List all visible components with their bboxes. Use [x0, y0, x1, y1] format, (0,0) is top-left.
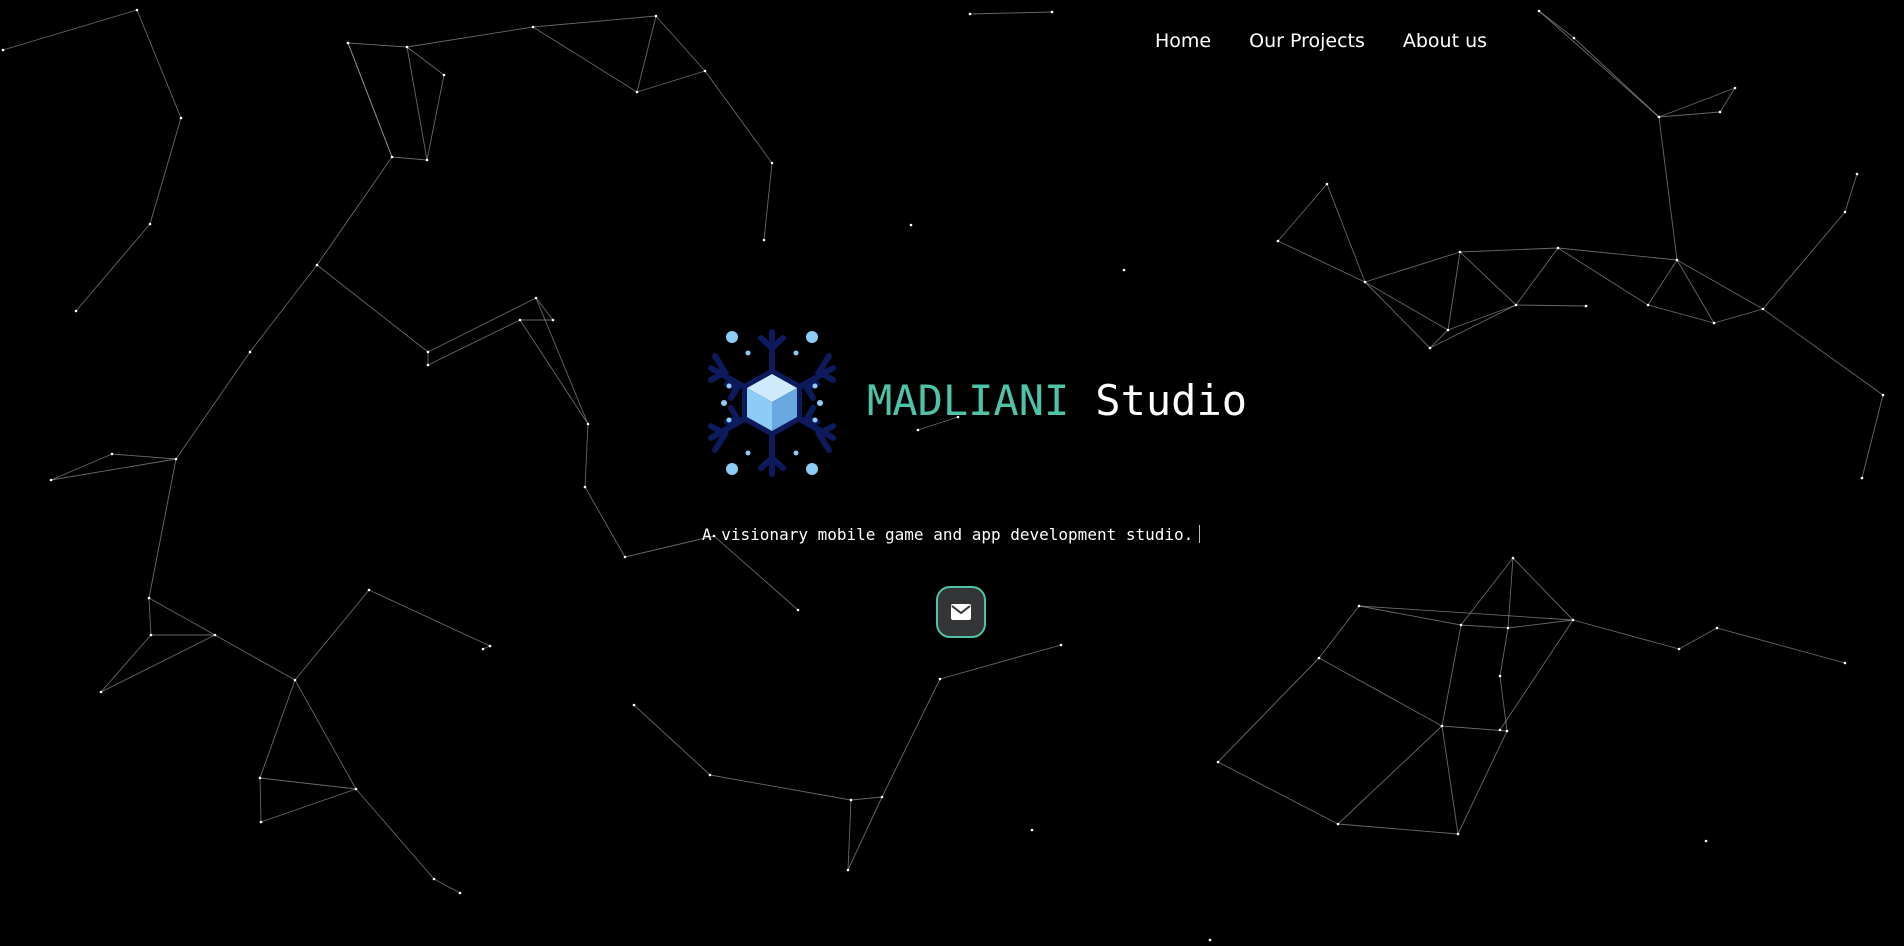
typing-caret [1199, 525, 1201, 543]
brand-title: MADLIANI Studio [867, 376, 1247, 425]
envelope-icon [951, 604, 971, 620]
contact-email-button[interactable] [936, 586, 986, 638]
hero-section: MADLIANI Studio [703, 326, 1263, 486]
tagline: A visionary mobile game and app developm… [702, 525, 1201, 544]
top-navigation: Home Our Projects About us [1155, 30, 1525, 52]
nav-projects-link[interactable]: Our Projects [1249, 30, 1365, 52]
tagline-text: A visionary mobile game and app developm… [702, 525, 1194, 544]
brand-name-secondary: Studio [1095, 376, 1248, 425]
brand-name-primary: MADLIANI [867, 376, 1070, 425]
nav-about-link[interactable]: About us [1403, 30, 1487, 52]
snowflake-cube-logo-icon [708, 329, 836, 477]
nav-home-link[interactable]: Home [1155, 30, 1211, 52]
